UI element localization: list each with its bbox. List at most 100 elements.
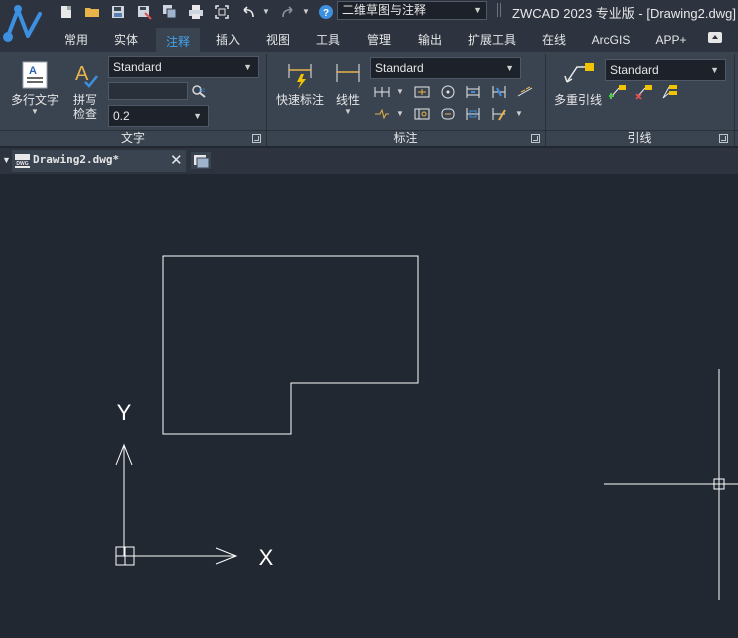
multileader-icon (564, 63, 594, 83)
drawing-svg: Y X (115, 255, 738, 600)
tab-output[interactable]: 输出 (410, 28, 450, 52)
document-tab-label: Drawing2.dwg* (33, 153, 120, 166)
dwg-file-badge: DWG (16, 161, 28, 167)
title-separator (497, 3, 501, 17)
oblique-dimension-icon[interactable] (517, 84, 533, 100)
multileader-button[interactable]: 多重引线 (552, 60, 604, 107)
ucs-x-label: X (259, 545, 274, 570)
zoom-extents-icon[interactable] (214, 4, 230, 20)
dimension-break-icon[interactable] (491, 84, 507, 100)
chevron-down-icon: ▼ (505, 63, 514, 73)
tab-app-plus[interactable]: APP+ (648, 28, 694, 52)
undo-dropdown-icon[interactable]: ▼ (262, 4, 270, 20)
tolerance-icon[interactable] (414, 106, 430, 122)
continue-dimension-icon[interactable] (374, 84, 390, 100)
dwg-file-icon: DWG (15, 154, 30, 168)
tab-tools[interactable]: 工具 (308, 28, 348, 52)
inspect-dimension-icon[interactable] (440, 106, 456, 122)
svg-text:A: A (29, 65, 37, 77)
new-icon[interactable] (58, 4, 74, 20)
chevron-down-icon[interactable]: ▼ (396, 84, 404, 100)
text-panel-launcher-icon[interactable] (252, 134, 261, 143)
dimension-style-select[interactable]: Standard ▼ (370, 57, 521, 79)
tab-online[interactable]: 在线 (534, 28, 574, 52)
tab-manage[interactable]: 管理 (358, 28, 400, 52)
new-drawing-tab-button[interactable] (191, 152, 211, 169)
tab-insert[interactable]: 插入 (208, 28, 248, 52)
open-icon[interactable] (84, 4, 100, 20)
spell-check-label-2: 检查 (72, 107, 97, 121)
chevron-down-icon: ▼ (193, 111, 202, 121)
dimension-edit-icon[interactable] (491, 106, 507, 122)
svg-text:?: ? (323, 8, 329, 19)
center-mark-icon[interactable] (440, 84, 456, 100)
dimension-update-icon[interactable] (465, 106, 481, 122)
find-text-input[interactable] (108, 82, 188, 100)
find-replace-icon[interactable]: ac (191, 83, 207, 99)
undo-icon[interactable] (240, 4, 256, 20)
dimension-style-value: Standard (375, 61, 424, 75)
workspace-select[interactable]: 二维草图与注释 ▼ (337, 1, 487, 20)
help-icon[interactable]: ? (318, 4, 334, 20)
dimension-space-icon[interactable] (465, 84, 481, 100)
svg-text:A: A (75, 63, 89, 85)
window-title: ZWCAD 2023 专业版 - [Drawing2.dwg] (512, 6, 736, 21)
quick-dimension-button[interactable]: 快速标注 (274, 60, 326, 107)
print-icon[interactable] (188, 4, 204, 20)
ucs-icon: Y X (115, 400, 274, 570)
text-style-select[interactable]: Standard ▼ (108, 56, 259, 78)
text-height-value: 0.2 (113, 109, 130, 123)
dimension-panel-title: 标注 (393, 131, 418, 145)
publish-icon[interactable] (162, 4, 178, 20)
tab-annotate[interactable]: 注释 (156, 28, 200, 52)
linear-dimension-label: 线性 (335, 93, 360, 107)
chevron-down-icon: ▼ (473, 5, 482, 15)
mtext-button[interactable]: A 多行文字 ▼ (8, 60, 62, 117)
baseline-dimension-icon[interactable] (414, 84, 430, 100)
multileader-style-value: Standard (610, 63, 659, 77)
save-icon[interactable] (110, 4, 126, 20)
drawing-canvas[interactable]: Y X (0, 174, 738, 633)
tab-extend-tools[interactable]: 扩展工具 (460, 28, 524, 52)
chevron-down-icon[interactable]: ▼ (396, 106, 404, 122)
drawn-polyline[interactable] (162, 255, 419, 435)
linear-dimension-icon (336, 64, 360, 82)
save-as-icon[interactable] (136, 4, 152, 20)
quick-dimension-icon (288, 64, 312, 89)
new-tab-icon (194, 155, 210, 169)
tab-solid[interactable]: 实体 (106, 28, 146, 52)
tab-home[interactable]: 常用 (56, 28, 96, 52)
zwcad-logo-icon[interactable] (0, 0, 52, 52)
tab-view[interactable]: 视图 (258, 28, 298, 52)
ribbon-minimize-icon[interactable] (708, 32, 722, 43)
chevron-down-icon[interactable]: ▼ (515, 106, 523, 122)
chevron-down-icon: ▼ (344, 107, 352, 116)
align-leader-icon[interactable] (661, 84, 677, 100)
redo-icon[interactable] (280, 4, 296, 20)
linear-dimension-button[interactable]: 线性 ▼ (332, 60, 364, 117)
dimension-panel-launcher-icon[interactable] (531, 134, 540, 143)
tab-list-dropdown-icon[interactable]: ▼ (2, 155, 11, 165)
close-icon[interactable]: ✕ (170, 151, 183, 169)
chevron-down-icon: ▼ (31, 107, 39, 116)
remove-leader-icon[interactable] (635, 84, 652, 100)
multileader-style-select[interactable]: Standard ▼ (605, 59, 726, 81)
chevron-down-icon: ▼ (710, 65, 719, 75)
panel-separator (734, 54, 735, 146)
chevron-down-icon: ▼ (243, 62, 252, 72)
svg-text:ac: ac (199, 88, 205, 94)
leader-panel-launcher-icon[interactable] (719, 134, 728, 143)
text-style-value: Standard (113, 60, 162, 74)
tab-arcgis[interactable]: ArcGIS (584, 28, 638, 52)
mtext-label: 多行文字 (10, 93, 59, 107)
mtext-icon: A (22, 61, 48, 89)
redo-dropdown-icon[interactable]: ▼ (302, 4, 310, 20)
spell-check-icon: A (75, 63, 98, 88)
crosshair-cursor (604, 369, 738, 600)
jogged-dimension-icon[interactable] (374, 106, 390, 122)
text-panel-title: 文字 (120, 131, 145, 145)
text-height-select[interactable]: 0.2 ▼ (108, 105, 209, 127)
spell-check-button[interactable]: A 拼写 检查 (66, 60, 104, 121)
spell-check-label-1: 拼写 (72, 93, 97, 107)
add-leader-icon[interactable] (608, 84, 626, 100)
